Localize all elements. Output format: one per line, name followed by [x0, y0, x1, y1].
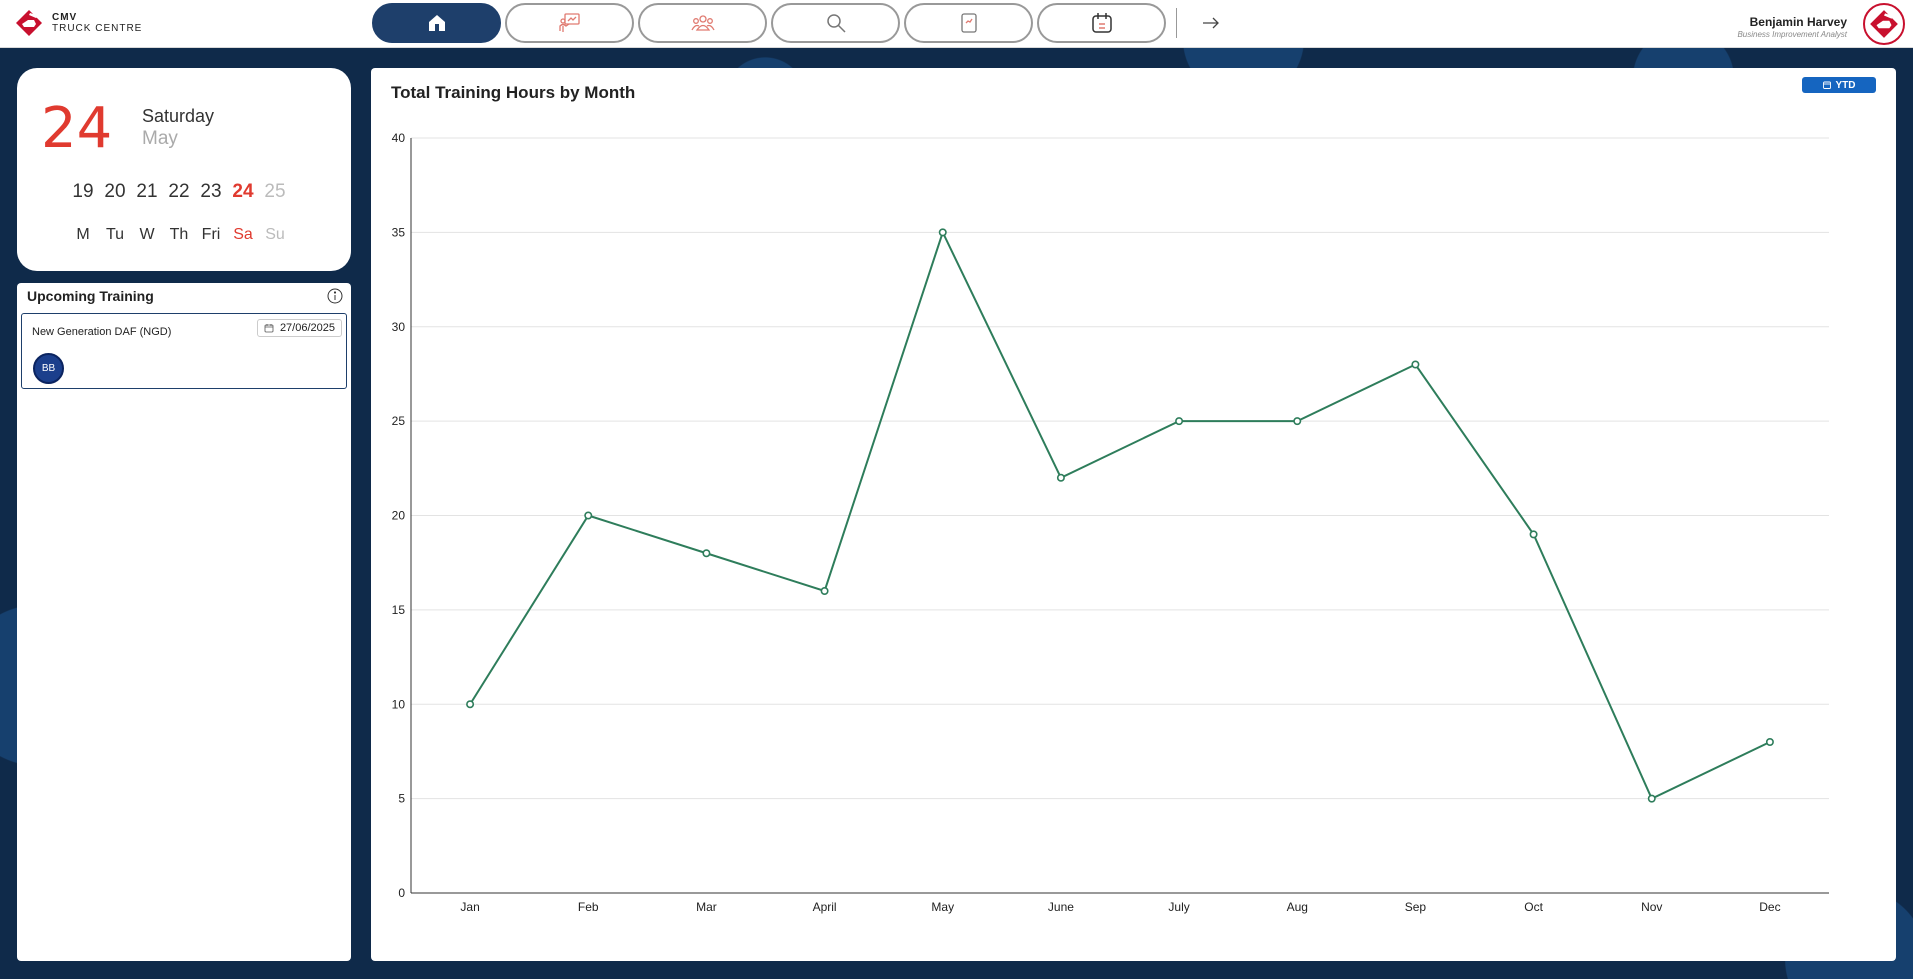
y-tick-label: 25	[392, 414, 406, 428]
home-icon	[428, 15, 445, 31]
line-chart: 0 5 10 15 20 25 30 35 40 Jan Feb Mar April May June Jul…	[392, 131, 1829, 914]
upcoming-training-panel: Upcoming Training New Generation DAF (NG…	[17, 283, 351, 961]
x-tick-label: Oct	[1524, 900, 1543, 914]
data-point	[1175, 417, 1184, 426]
nav-people-button[interactable]	[638, 3, 767, 43]
y-tick-label: 15	[392, 603, 406, 617]
data-point	[1056, 473, 1065, 482]
current-month: May	[142, 128, 178, 149]
y-tick-label: 10	[392, 697, 406, 711]
y-tick-label: 0	[398, 886, 405, 900]
week-day[interactable]: 22	[163, 181, 195, 203]
main-nav	[372, 3, 1166, 43]
week-day[interactable]: 25	[259, 181, 291, 203]
x-tick-label: June	[1048, 900, 1074, 914]
nav-calendar-button[interactable]	[1037, 3, 1166, 43]
weekday-names-row: M Tu W Th Fri Sa Su	[67, 226, 291, 244]
calendar-icon	[264, 324, 274, 333]
x-tick-label: July	[1168, 900, 1189, 914]
brand-line2: TRUCK CENTRE	[52, 23, 143, 34]
data-point	[584, 511, 593, 520]
y-tick-label: 5	[398, 792, 405, 806]
upcoming-training-title: Upcoming Training	[27, 288, 154, 304]
data-point	[1765, 737, 1774, 746]
data-point	[1293, 417, 1302, 426]
training-presentation-icon	[558, 13, 580, 32]
week-days-row: 19 20 21 22 23 24 25	[67, 181, 291, 203]
weekday-name: M	[76, 226, 90, 243]
nav-search-button[interactable]	[771, 3, 900, 43]
chart-panel: Total Training Hours by Month YTD 0 5 10 15…	[371, 68, 1896, 961]
data-point	[1647, 794, 1656, 803]
x-tick-label: Dec	[1759, 900, 1780, 914]
arrow-right-icon[interactable]	[1200, 12, 1222, 34]
current-day-number: 24	[41, 96, 113, 161]
trend-chart-icon	[960, 13, 977, 33]
x-tick-label: Sep	[1405, 900, 1427, 914]
weekday-name: Fri	[201, 226, 221, 243]
weekday-name: Tu	[105, 226, 125, 243]
training-date: 27/06/2025	[279, 322, 335, 334]
calendar-icon	[1091, 13, 1112, 33]
weekday-name: Su	[265, 226, 285, 243]
user-role: Business Improvement Analyst	[1737, 30, 1847, 39]
training-name: New Generation DAF (NGD)	[32, 326, 172, 338]
cmv-logo-icon	[16, 10, 42, 36]
user-avatar[interactable]	[1863, 3, 1905, 45]
user-info: Benjamin Harvey Business Improvement Ana…	[1737, 15, 1847, 39]
weekday-name-current: Sa	[233, 226, 253, 243]
info-icon[interactable]	[327, 288, 343, 304]
data-point	[1529, 530, 1538, 539]
nav-training-button[interactable]	[505, 3, 634, 43]
x-tick-label: April	[813, 900, 837, 914]
search-icon	[826, 14, 846, 33]
y-tick-label: 30	[392, 320, 406, 334]
data-point	[466, 700, 475, 709]
x-tick-label: May	[931, 900, 954, 914]
nav-home-button[interactable]	[372, 3, 501, 43]
data-point	[820, 586, 829, 595]
x-tick-label: Jan	[460, 900, 479, 914]
x-tick-label: Aug	[1287, 900, 1308, 914]
current-weekday: Saturday	[142, 106, 215, 126]
attendee-avatar[interactable]: BB	[33, 353, 64, 384]
week-day[interactable]: 19	[67, 181, 99, 203]
brand-text: CMV TRUCK CENTRE	[52, 12, 142, 34]
top-bar: CMV TRUCK CENTRE Benjamin Harvey Busines…	[0, 0, 1913, 48]
y-tick-label: 20	[392, 509, 406, 523]
week-day[interactable]: 20	[99, 181, 131, 203]
week-day-current[interactable]: 24	[227, 181, 259, 203]
x-tick-label: Mar	[696, 900, 717, 914]
nav-report-button[interactable]	[904, 3, 1033, 43]
brand-logo[interactable]: CMV TRUCK CENTRE	[14, 8, 142, 38]
x-tick-label: Nov	[1641, 900, 1662, 914]
people-icon	[690, 15, 715, 31]
weekday-name: W	[139, 226, 155, 243]
nav-separator	[1176, 8, 1177, 38]
data-point	[938, 228, 947, 237]
x-tick-label: Feb	[578, 900, 599, 914]
y-tick-label: 40	[392, 131, 406, 145]
training-date-badge: 27/06/2025	[256, 319, 342, 337]
cmv-logo-icon	[1870, 10, 1898, 38]
y-tick-label: 35	[392, 225, 406, 239]
week-day[interactable]: 23	[195, 181, 227, 203]
date-card: 24 Saturday May 19 20 21 22 23 24 25 M T…	[17, 68, 351, 271]
data-point	[1411, 360, 1420, 369]
weekday-name: Th	[169, 226, 189, 243]
training-item[interactable]: New Generation DAF (NGD) 27/06/2025 BB	[21, 313, 347, 389]
user-name: Benjamin Harvey	[1749, 15, 1847, 29]
data-point	[702, 549, 711, 558]
brand-line1: CMV	[52, 12, 78, 23]
week-day[interactable]: 21	[131, 181, 163, 203]
